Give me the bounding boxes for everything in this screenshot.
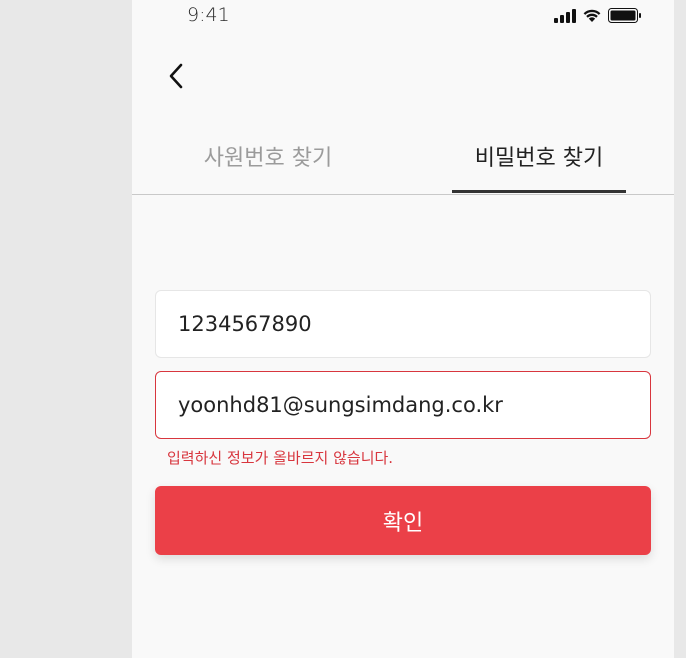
error-message: 입력하신 정보가 올바르지 않습니다. [167,449,394,467]
back-button[interactable] [160,60,192,96]
chevron-left-icon [167,63,185,93]
wifi-icon [582,8,602,27]
employee-number-input[interactable] [155,290,651,358]
battery-icon [608,8,642,27]
tab-find-password[interactable]: 비밀번호 찾기 [452,118,626,194]
status-time: 9:41 [187,4,230,26]
signal-icon [554,8,576,27]
active-tab-indicator [452,190,626,193]
phone-screen: 9:41 사원번호 찾기 비밀번호 찾기 1234567890 yoonhd81… [132,0,674,658]
tab-bar: 사원번호 찾기 비밀번호 찾기 [132,118,674,195]
status-icons [554,8,642,27]
confirm-button[interactable]: 확인 [155,486,651,555]
email-input[interactable] [155,371,651,439]
tab-find-employee-number[interactable]: 사원번호 찾기 [172,118,364,194]
